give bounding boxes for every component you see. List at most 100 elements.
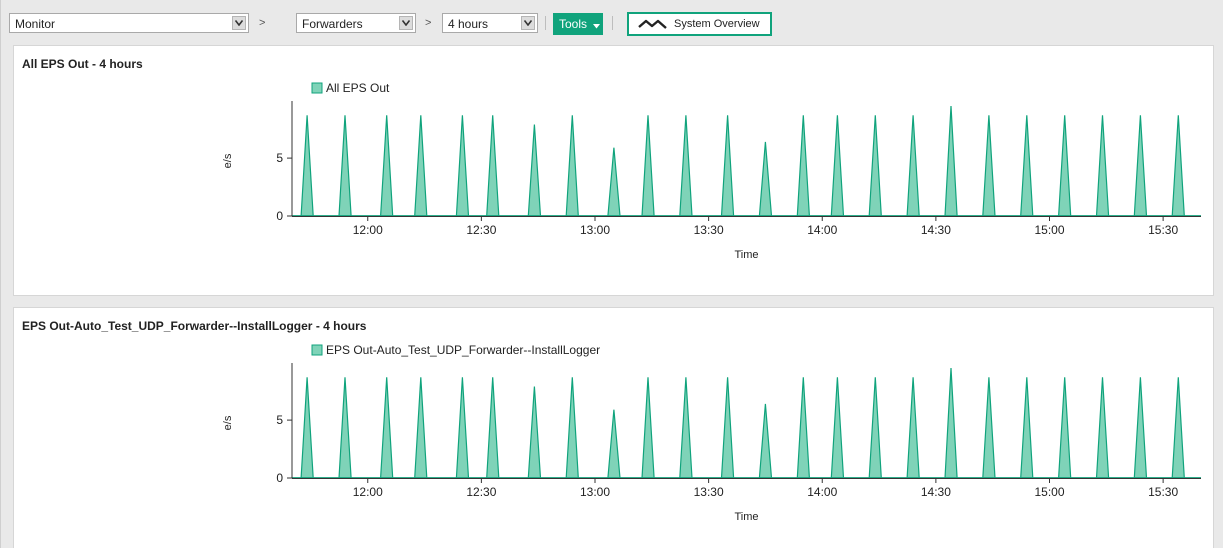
series-peak [982,377,996,479]
legend-swatch [311,82,323,94]
chart-panel-all-eps: All EPS Out - 4 hours All EPS Out 0 5 12:00… [13,45,1214,296]
series-peak [527,124,542,217]
series-peak [720,377,735,479]
x-tick-label: 14:00 [807,223,837,237]
y-axis-label: e/s [222,153,234,168]
y-tick-label: 0 [276,209,283,223]
category-select-value: Monitor [15,17,56,31]
series-peak [758,141,773,217]
series-peak [379,377,394,479]
series-peak [607,147,621,217]
caret-down-icon [593,18,601,32]
system-overview-label: System Overview [674,18,760,30]
legend-swatch [311,344,323,356]
x-tick-label: 12:30 [466,223,496,237]
x-tick-label: 14:30 [921,223,951,237]
x-tick-label: 15:30 [1148,485,1178,499]
series-peak [527,386,542,479]
y-axis-label: e/s [222,415,234,430]
x-tick-label: 14:30 [921,485,951,499]
series-peak [944,367,958,479]
series-peak [1057,377,1072,479]
tools-button[interactable]: Tools [553,13,603,35]
x-tick-label: 13:30 [694,485,724,499]
series-peak [641,377,655,479]
series-peak [565,377,579,479]
app-frame: Monitor > Forwarders > 4 hours Tools Sys… [0,0,1220,548]
series-peak [1095,115,1110,217]
series-peak [486,115,500,217]
eps-chart: EPS Out-Auto_Test_UDP_Forwarder--Install… [222,343,1201,523]
series-peak [868,115,882,217]
series-peak [944,105,958,217]
series-peak [796,377,811,479]
series-peak [1133,377,1148,479]
chevron-down-icon[interactable] [521,16,535,30]
x-tick-label: 13:30 [694,223,724,237]
series-peak [1020,115,1034,217]
x-tick-label: 13:00 [580,223,610,237]
range-select-value: 4 hours [448,17,489,31]
x-axis-label: Time [734,249,758,261]
series-peak [300,377,314,479]
series-peak [1171,377,1185,479]
entity-select-value: Forwarders [302,17,363,31]
series-peak [830,115,845,217]
series-peak [338,115,352,217]
series-peak [300,115,314,217]
series-peak [758,403,773,479]
series-peak [338,377,352,479]
series-peak [414,115,428,217]
eps-chart: All EPS Out 0 5 12:00 12:30 13:00 13:30 14:00 14… [222,81,1201,261]
series-peak [565,115,579,217]
x-tick-label: 12:30 [466,485,496,499]
x-tick-label: 15:00 [1034,485,1064,499]
x-tick-label: 15:30 [1148,223,1178,237]
series-peak [1171,115,1185,217]
tools-button-label: Tools [559,17,588,31]
series-peak [1020,377,1034,479]
legend-label: EPS Out-Auto_Test_UDP_Forwarder--Install… [326,343,600,357]
series-peak [906,377,920,479]
series-peak [1133,115,1148,217]
series-peak [679,377,693,479]
series-peak [641,115,655,217]
x-tick-label: 15:00 [1034,223,1064,237]
toolbar: Monitor > Forwarders > 4 hours Tools Sys… [9,11,1214,37]
series-peak [455,115,470,217]
toolbar-divider [612,16,613,30]
series-peak [379,115,394,217]
x-tick-label: 13:00 [580,485,610,499]
entity-select[interactable]: Forwarders [296,13,416,33]
series-peak [486,377,500,479]
series-peak [720,115,735,217]
series-peak [796,115,811,217]
y-tick-label: 5 [276,151,283,165]
y-tick-label: 0 [276,471,283,485]
toolbar-divider [545,16,546,30]
chevron-down-icon[interactable] [232,16,246,30]
series-peak [414,377,428,479]
legend-label: All EPS Out [326,81,390,95]
series-peak [906,115,920,217]
x-axis-label: Time [734,511,758,523]
series-peak [868,377,882,479]
x-tick-label: 12:00 [353,485,383,499]
series-peak [455,377,470,479]
x-tick-label: 14:00 [807,485,837,499]
series-peak [679,115,693,217]
system-overview-button[interactable]: System Overview [627,12,772,36]
breadcrumb-separator: > [425,17,432,29]
range-select[interactable]: 4 hours [442,13,538,33]
chart-panel-forwarder-eps: EPS Out-Auto_Test_UDP_Forwarder--Install… [13,307,1214,548]
series-peak [607,409,621,479]
chevron-down-icon[interactable] [399,16,413,30]
series-peak [1057,115,1072,217]
breadcrumb-separator: > [259,17,266,29]
series-peak [982,115,996,217]
y-tick-label: 5 [276,413,283,427]
series-peak [1095,377,1110,479]
category-select[interactable]: Monitor [9,13,249,33]
x-tick-label: 12:00 [353,223,383,237]
series-peak [830,377,845,479]
